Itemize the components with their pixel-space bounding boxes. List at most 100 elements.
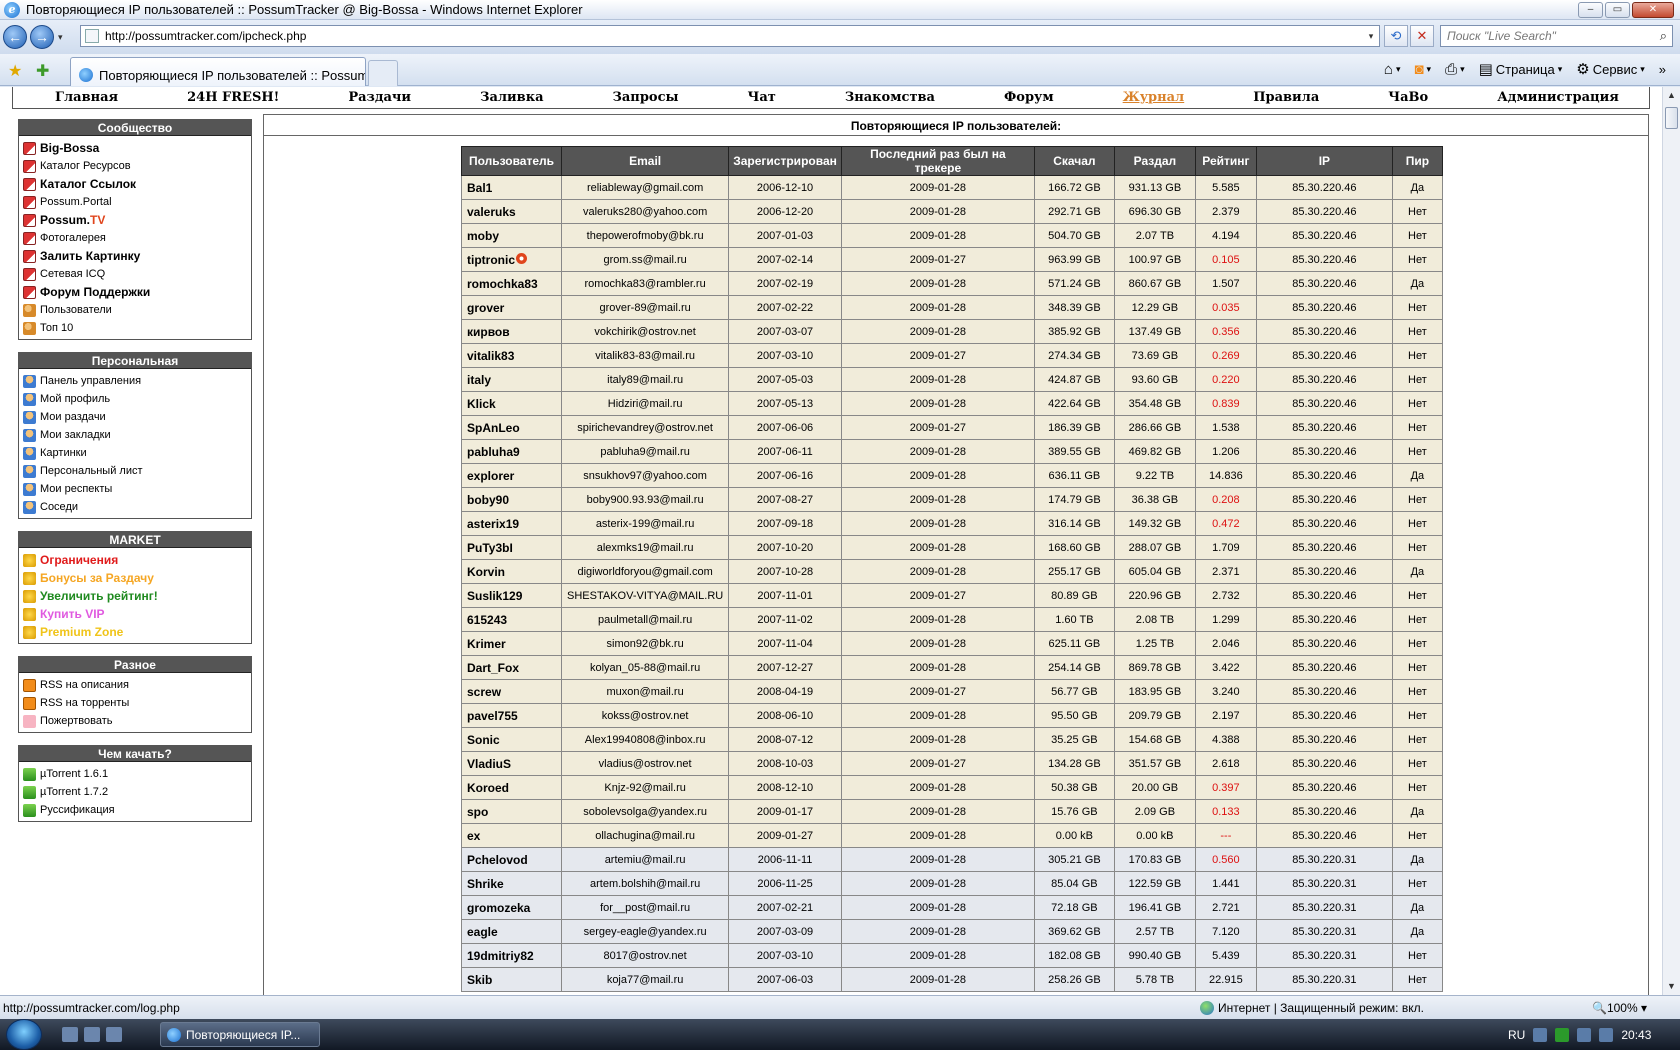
cell-user[interactable]: spo <box>461 799 562 824</box>
nav-24h-fresh[interactable]: 24H FRESH! <box>187 90 279 105</box>
cell-user[interactable]: tiptronic <box>461 247 562 272</box>
nav-home[interactable]: Главная <box>55 90 118 105</box>
address-input[interactable]: http://possumtracker.com/ipcheck.php <box>105 29 1363 43</box>
utorrent-tray-icon[interactable] <box>1555 1027 1570 1042</box>
stop-button[interactable]: ✕ <box>1410 25 1434 47</box>
start-item[interactable]: µTorrent 1.6.1 <box>23 765 247 783</box>
new-tab-button[interactable] <box>368 60 398 86</box>
start-button[interactable] <box>6 1019 42 1050</box>
cell-user[interactable]: Krimer <box>461 631 562 656</box>
nav-requests[interactable]: Запросы <box>613 90 679 105</box>
cell-user[interactable]: screw <box>461 679 562 704</box>
cell-user[interactable]: Skib <box>461 967 562 992</box>
nav-log[interactable]: Журнал <box>1123 90 1185 105</box>
cell-user[interactable]: gromozeka <box>461 895 562 920</box>
cell-user[interactable]: 615243 <box>461 607 562 632</box>
community-item[interactable]: Сетевая ICQ <box>23 265 247 283</box>
back-button[interactable]: ← <box>3 25 27 49</box>
personal-item[interactable]: Персональный лист <box>23 462 247 480</box>
more-commands-button[interactable]: » <box>1659 62 1666 77</box>
cell-user[interactable]: SpAnLeo <box>461 415 562 440</box>
feeds-dropdown-icon[interactable]: ▾ <box>1427 64 1432 75</box>
cell-user[interactable]: romochka83 <box>461 271 562 296</box>
home-button[interactable]: ⌂ ▾ <box>1384 61 1401 78</box>
clock[interactable]: 20:43 <box>1621 1028 1651 1042</box>
scroll-down-arrow-icon[interactable]: ▼ <box>1663 978 1680 995</box>
scroll-thumb[interactable] <box>1665 107 1678 129</box>
volume-tray-icon[interactable] <box>1599 1027 1614 1042</box>
cell-user[interactable]: grover <box>461 295 562 320</box>
personal-item[interactable]: Картинки <box>23 444 247 462</box>
cell-user[interactable]: Koroed <box>461 775 562 800</box>
cell-user[interactable]: vitalik83 <box>461 343 562 368</box>
show-desktop-icon[interactable] <box>62 1027 78 1042</box>
favorites-star-icon[interactable]: ★ <box>8 61 22 81</box>
cell-user[interactable]: italy <box>461 367 562 392</box>
personal-item[interactable]: Мой профиль <box>23 390 247 408</box>
tray-arrow-icon[interactable] <box>1533 1027 1548 1042</box>
feeds-button[interactable]: ◙ ▾ <box>1414 61 1431 78</box>
cell-user[interactable]: moby <box>461 223 562 248</box>
personal-item[interactable]: Мои раздачи <box>23 408 247 426</box>
market-item[interactable]: Купить VIP <box>23 605 247 623</box>
community-item[interactable]: Форум Поддержки <box>23 283 247 301</box>
language-indicator[interactable]: RU <box>1508 1028 1525 1042</box>
misc-item[interactable]: RSS на торренты <box>23 694 247 712</box>
cell-user[interactable]: Sonic <box>461 727 562 752</box>
vertical-scrollbar[interactable]: ▲ ▼ <box>1662 87 1680 995</box>
personal-item[interactable]: Панель управления <box>23 372 247 390</box>
zoom-level[interactable]: 🔍100% ▾ <box>1592 1001 1647 1015</box>
close-button[interactable]: ✕ <box>1632 2 1674 18</box>
refresh-button[interactable]: ⟲ <box>1384 25 1408 47</box>
security-zone[interactable]: Интернет | Защищенный режим: вкл. <box>1200 1001 1424 1015</box>
community-item[interactable]: Топ 10 <box>23 319 247 337</box>
nav-upload[interactable]: Заливка <box>480 90 543 105</box>
search-input[interactable]: Поиск "Live Search" ⌕ <box>1440 25 1673 47</box>
forward-button[interactable]: → <box>30 25 54 49</box>
home-dropdown-icon[interactable]: ▾ <box>1396 64 1401 75</box>
community-item[interactable]: Каталог Ссылок <box>23 175 247 193</box>
community-item[interactable]: Фотогалерея <box>23 229 247 247</box>
print-button[interactable]: ⎙ ▾ <box>1445 61 1465 78</box>
cell-user[interactable]: eagle <box>461 919 562 944</box>
address-bar[interactable]: http://possumtracker.com/ipcheck.php ▾ <box>80 25 1380 47</box>
community-item[interactable]: Пользователи <box>23 301 247 319</box>
ie-quicklaunch-icon[interactable] <box>106 1027 122 1042</box>
cell-user[interactable]: PuTy3bI <box>461 535 562 560</box>
cell-user[interactable]: boby90 <box>461 487 562 512</box>
cell-user[interactable]: valeruks <box>461 199 562 224</box>
tab-active[interactable]: Повторяющиеся IP пользователей :: Possum… <box>70 57 366 86</box>
search-icon[interactable]: ⌕ <box>1660 28 1667 44</box>
network-tray-icon[interactable] <box>1577 1027 1592 1042</box>
cell-user[interactable]: Bal1 <box>461 175 562 200</box>
cell-user[interactable]: 19dmitriy82 <box>461 943 562 968</box>
cell-user[interactable]: Suslik129 <box>461 583 562 608</box>
misc-item[interactable]: Пожертвовать <box>23 712 247 730</box>
history-dropdown-icon[interactable]: ▾ <box>58 32 63 43</box>
personal-item[interactable]: Мои закладки <box>23 426 247 444</box>
market-item[interactable]: Бонусы за Раздачу <box>23 569 247 587</box>
nav-faq[interactable]: ЧаВо <box>1388 90 1428 105</box>
nav-forum[interactable]: Форум <box>1004 90 1054 105</box>
switch-windows-icon[interactable] <box>84 1027 100 1042</box>
cell-user[interactable]: Shrike <box>461 871 562 896</box>
cell-user[interactable]: pabluha9 <box>461 439 562 464</box>
nav-rules[interactable]: Правила <box>1253 90 1319 105</box>
cell-user[interactable]: кирвов <box>461 319 562 344</box>
cell-user[interactable]: explorer <box>461 463 562 488</box>
address-dropdown-icon[interactable]: ▾ <box>1363 31 1379 42</box>
cell-user[interactable]: ex <box>461 823 562 848</box>
personal-item[interactable]: Соседи <box>23 498 247 516</box>
start-item[interactable]: µTorrent 1.7.2 <box>23 783 247 801</box>
cell-user[interactable]: Klick <box>461 391 562 416</box>
minimize-button[interactable]: – <box>1578 2 1603 18</box>
cell-user[interactable]: pavel755 <box>461 703 562 728</box>
nav-dating[interactable]: Знакомства <box>845 90 935 105</box>
community-item[interactable]: Залить Картинку <box>23 247 247 265</box>
page-menu-button[interactable]: ▤ Страница ▾ <box>1479 60 1563 78</box>
community-item[interactable]: Possum. TV <box>23 211 247 229</box>
tools-menu-button[interactable]: ⚙ Сервис ▾ <box>1576 60 1645 78</box>
misc-item[interactable]: RSS на описания <box>23 676 247 694</box>
nav-admin[interactable]: Администрация <box>1497 90 1619 105</box>
taskbar-item-ie[interactable]: Повторяющиеся IP... <box>160 1022 320 1047</box>
